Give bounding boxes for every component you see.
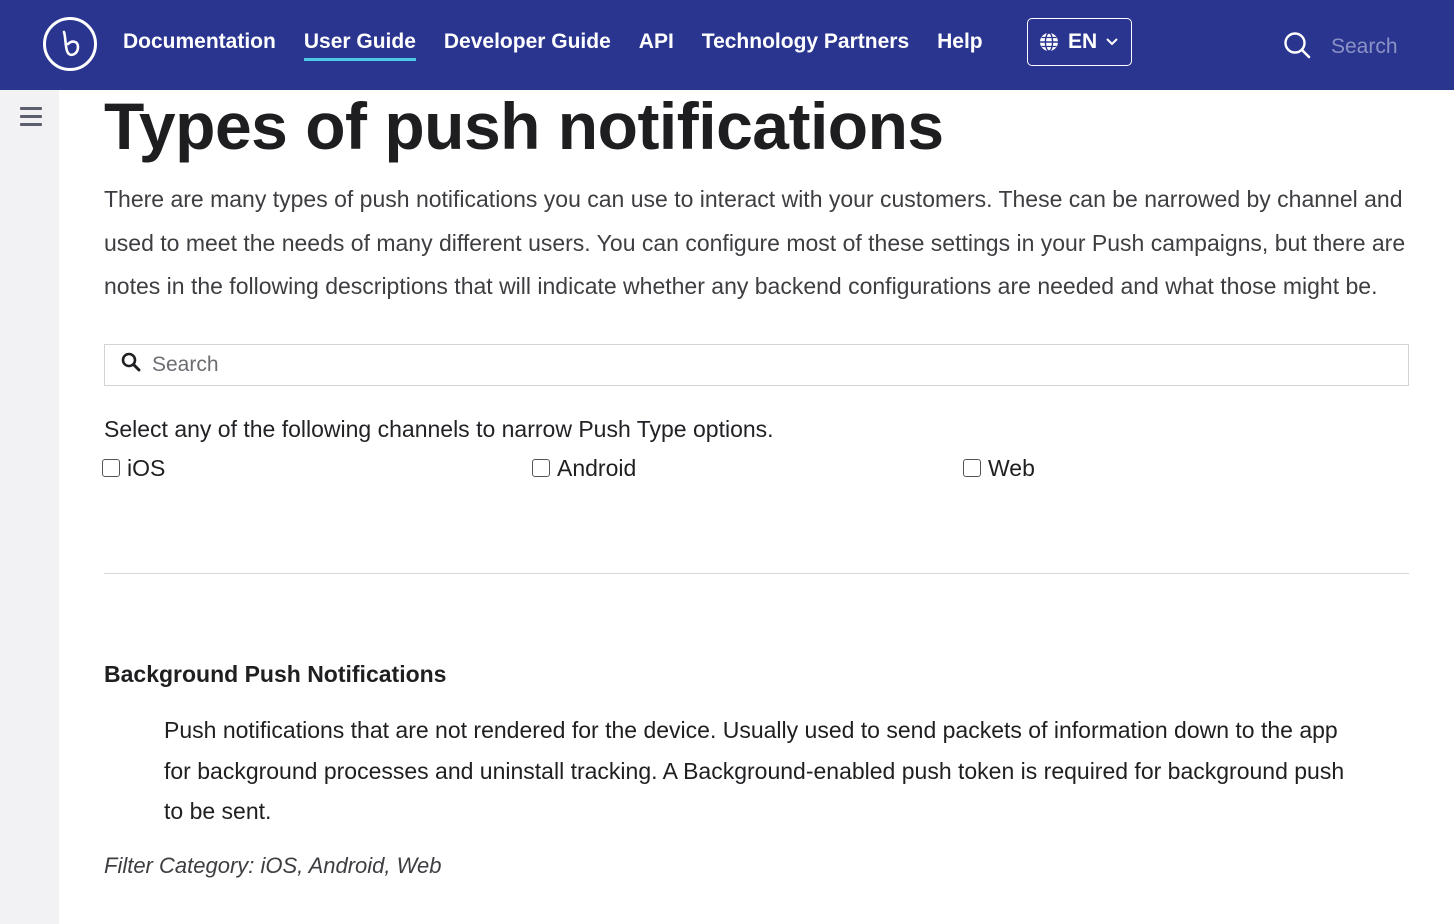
page-title: Types of push notifications xyxy=(104,89,944,163)
header-search-input[interactable]: Search xyxy=(1331,35,1398,59)
channel-label: Web xyxy=(988,454,1035,481)
channel-android-option[interactable]: Android xyxy=(532,455,636,482)
search-icon[interactable] xyxy=(1283,31,1311,64)
globe-icon xyxy=(1038,31,1060,53)
language-label: EN xyxy=(1068,30,1098,53)
search-placeholder: Search xyxy=(152,352,219,376)
web-checkbox[interactable] xyxy=(963,459,981,477)
channel-filters: iOS Android Web xyxy=(102,455,1409,491)
channels-prompt: Select any of the following channels to … xyxy=(104,415,774,442)
braze-logo-icon[interactable] xyxy=(43,17,97,71)
push-type-search-input[interactable]: Search xyxy=(104,343,1409,386)
page-intro: There are many types of push notificatio… xyxy=(104,186,1406,299)
section-divider xyxy=(104,573,1409,574)
channel-label: iOS xyxy=(127,454,166,481)
ios-checkbox[interactable] xyxy=(102,459,120,477)
push-type-title: Background Push Notifications xyxy=(104,661,447,687)
channel-ios-option[interactable]: iOS xyxy=(102,455,165,482)
nav-documentation[interactable]: Documentation xyxy=(123,30,276,54)
hamburger-menu-icon[interactable] xyxy=(20,107,42,131)
chevron-down-icon xyxy=(1105,37,1119,47)
main-content: Types of push notifications There are ma… xyxy=(102,89,1409,491)
nav-technology-partners[interactable]: Technology Partners xyxy=(702,30,909,54)
search-icon xyxy=(121,352,141,377)
android-checkbox[interactable] xyxy=(532,459,550,477)
top-navigation-bar: Documentation User Guide Developer Guide… xyxy=(0,0,1454,90)
main-nav: Documentation User Guide Developer Guide… xyxy=(123,0,983,90)
nav-developer-guide[interactable]: Developer Guide xyxy=(444,30,611,54)
sidebar xyxy=(0,90,59,924)
nav-help[interactable]: Help xyxy=(937,30,983,54)
push-type-description: Push notifications that are not rendered… xyxy=(164,717,1345,824)
push-type-filter-category: Filter Category: iOS, Android, Web xyxy=(104,853,442,878)
channel-label: Android xyxy=(557,454,637,481)
nav-api[interactable]: API xyxy=(639,30,674,54)
language-selector[interactable]: EN xyxy=(1027,18,1132,66)
nav-user-guide[interactable]: User Guide xyxy=(303,30,416,61)
channel-web-option[interactable]: Web xyxy=(963,455,1035,482)
